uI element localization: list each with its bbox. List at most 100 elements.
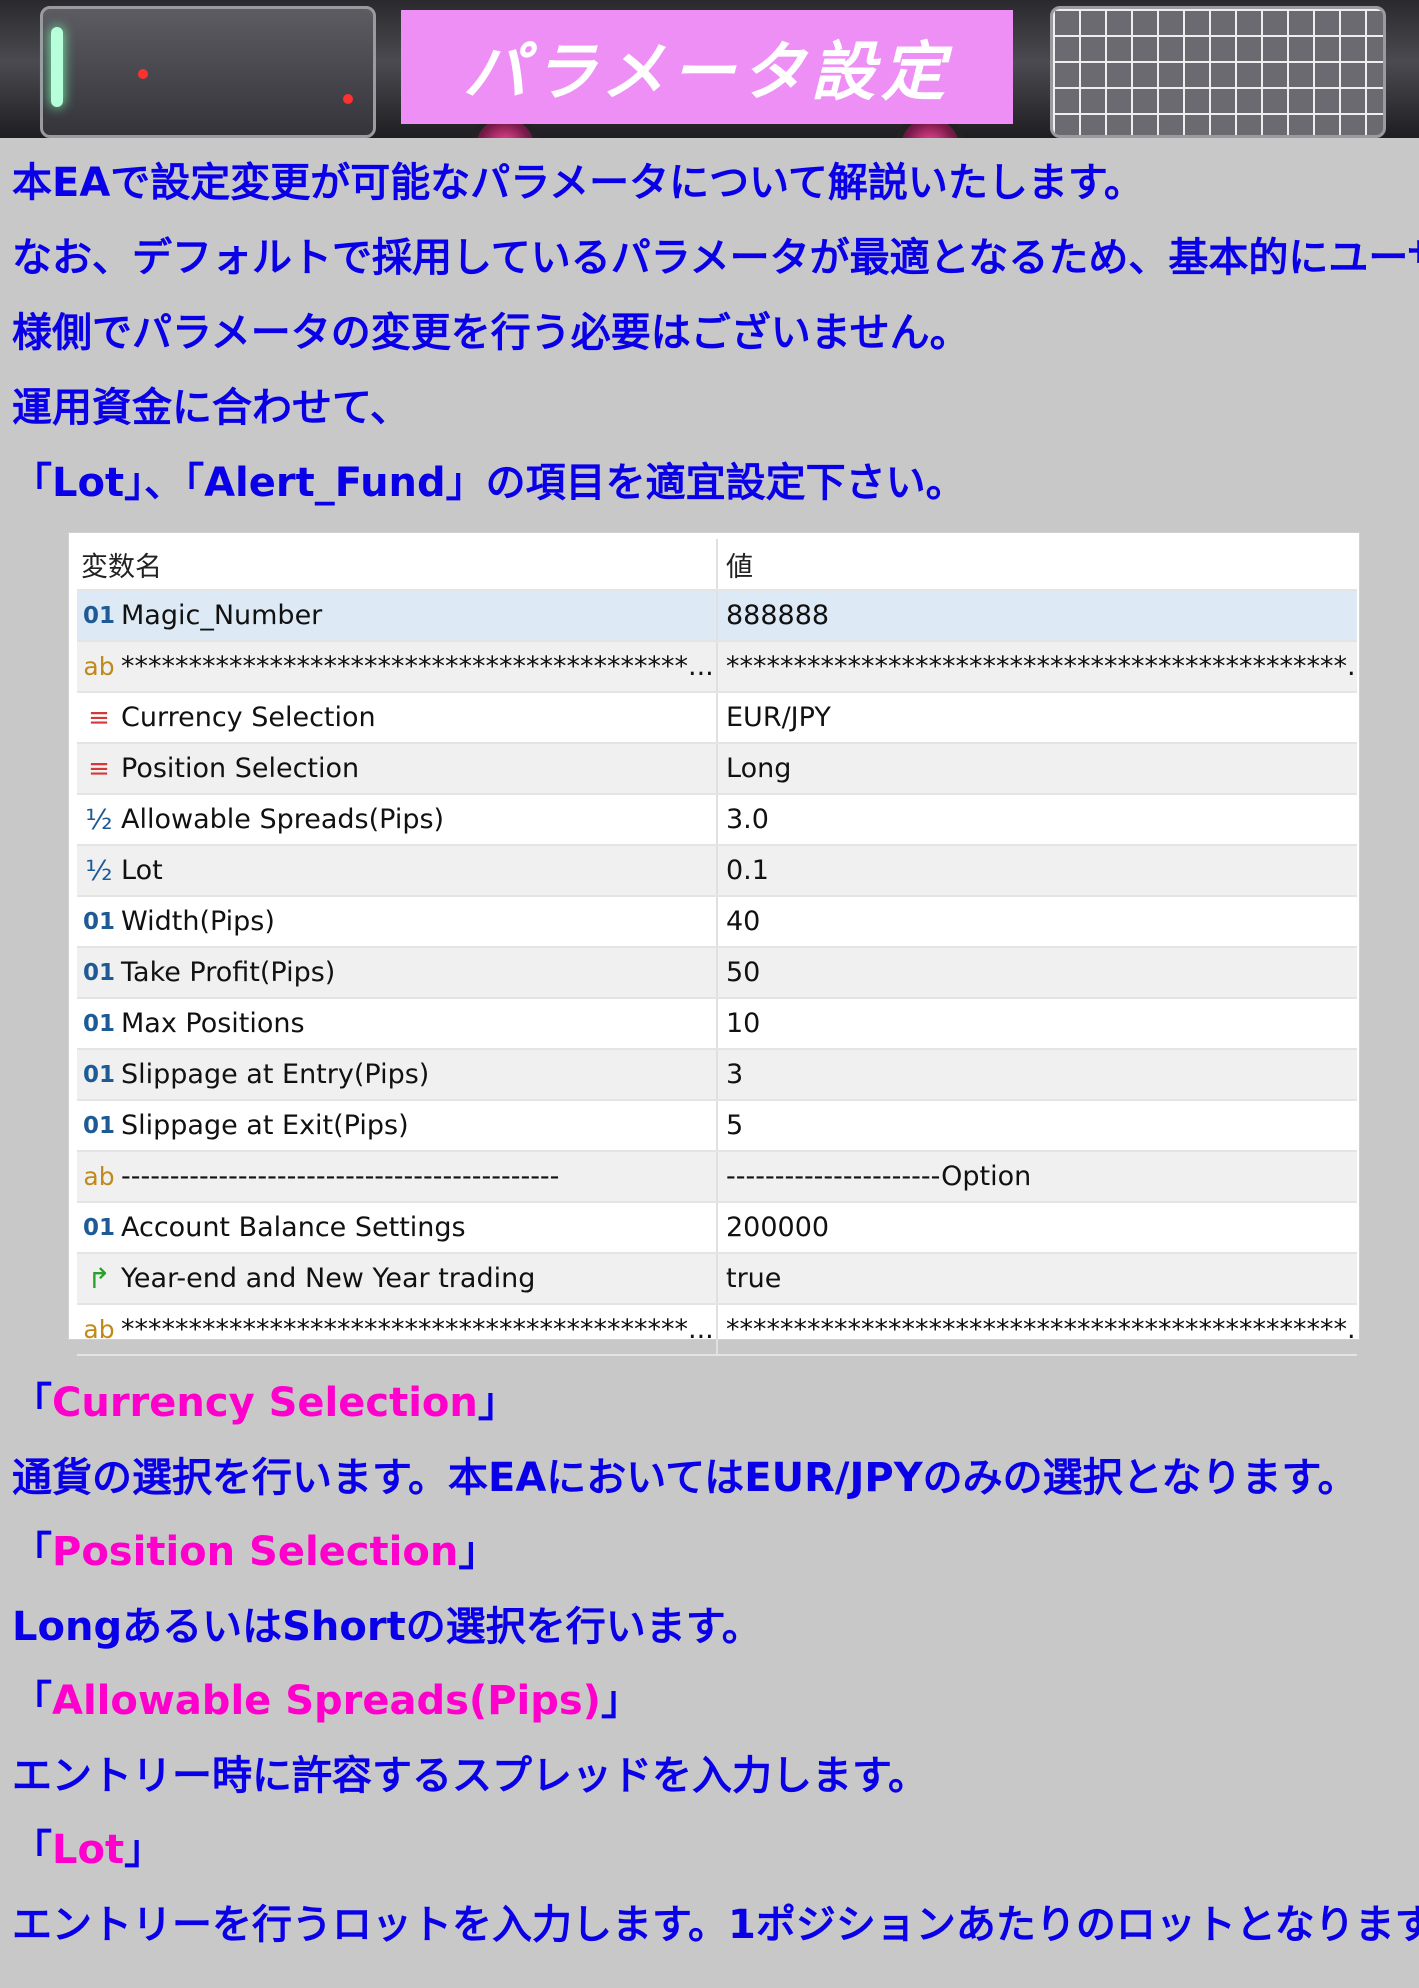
param-name-cell[interactable]: 01 Slippage at Entry(Pips) — [77, 1049, 718, 1101]
quote-open: 「 — [12, 460, 52, 506]
param-value: 3 — [726, 1059, 744, 1090]
intro-text: 本EAで設定変更が可能なパラメータについて解説いたします。 — [12, 160, 1144, 206]
param-value-cell[interactable]: ****************************************… — [717, 641, 1357, 693]
param-value: 50 — [726, 957, 761, 988]
param-name: Account Balance Settings — [121, 1212, 466, 1243]
param-name-cell[interactable]: ↱ Year-end and New Year trading — [77, 1253, 718, 1305]
heading-lot: Lot — [52, 1827, 125, 1873]
parameter-table-window: 変数名 値 01 Magic_Number 888888 ab ************… — [68, 532, 1360, 1356]
table-row[interactable]: 01 Max Positions 10 — [77, 998, 1357, 1050]
integer-icon: 01 — [82, 1061, 115, 1088]
param-name-cell[interactable]: 01 Slippage at Exit(Pips) — [77, 1100, 718, 1152]
description-text: LongあるいはShortの選択を行います。 — [12, 1592, 1412, 1667]
param-name: Lot — [121, 855, 163, 886]
table-row[interactable]: 01 Magic_Number 888888 — [77, 590, 1357, 642]
param-value: 888888 — [726, 600, 830, 631]
param-name: Year-end and New Year trading — [121, 1263, 536, 1294]
ellipsis: ... — [1347, 1314, 1357, 1345]
text-part: EUR/JPY — [744, 1454, 923, 1501]
param-value-cell[interactable]: 40 — [717, 896, 1357, 948]
param-name-cell[interactable]: 01 Take Profit(Pips) — [77, 947, 718, 999]
param-name-cell[interactable]: ab **************************************… — [77, 1304, 718, 1356]
table-row[interactable]: ≡ Currency Selection EUR/JPY — [77, 692, 1357, 744]
param-value-cell[interactable]: 888888 — [717, 590, 1357, 642]
heading-position-selection: Position Selection — [52, 1529, 459, 1575]
table-row[interactable]: 01 Slippage at Exit(Pips) 5 — [77, 1100, 1357, 1152]
intro-line: 「Lot」、「Alert_Fund」の項目を適宜設定下さい。 — [12, 450, 1412, 525]
table-row[interactable]: ↱ Year-end and New Year trading true — [77, 1253, 1357, 1305]
param-value-cell[interactable]: 0.1 — [717, 845, 1357, 897]
param-name-cell[interactable]: ab **************************************… — [77, 641, 718, 693]
param-name: Width(Pips) — [121, 906, 275, 937]
table-row[interactable]: 01 Slippage at Entry(Pips) 3 — [77, 1049, 1357, 1101]
param-value-cell[interactable]: EUR/JPY — [717, 692, 1357, 744]
table-row[interactable]: ab **************************************… — [77, 1304, 1357, 1356]
table-row[interactable]: 01 Account Balance Settings 200000 — [77, 1202, 1357, 1254]
heading-currency-selection: Currency Selection — [52, 1380, 478, 1426]
intro-text: 様側でパラメータの変更を行う必要はございません。 — [12, 310, 970, 356]
table-row[interactable]: 01 Width(Pips) 40 — [77, 896, 1357, 948]
param-value-cell[interactable]: 10 — [717, 998, 1357, 1050]
intro-line: 運用資金に合わせて、 — [12, 375, 1412, 450]
description-heading: 「Lot」 — [12, 1815, 1412, 1890]
text-part: においては — [546, 1454, 745, 1501]
param-value-cell[interactable]: ****************************************… — [717, 1304, 1357, 1356]
param-name-cell[interactable]: 01 Magic_Number — [77, 590, 718, 642]
column-header-value[interactable]: 値 — [717, 539, 1357, 591]
intro-line: なお、デフォルトで採用しているパラメータが最適となるため、基本的にユーザー — [12, 225, 1419, 300]
param-value: 3.0 — [726, 804, 769, 835]
heading-allowable-spreads: Allowable Spreads(Pips) — [52, 1678, 601, 1724]
integer-icon: 01 — [82, 959, 115, 986]
table-row[interactable]: ½ Lot 0.1 — [77, 845, 1357, 897]
table-header-row: 変数名 値 — [77, 539, 1357, 591]
table-row[interactable]: ab --------------------------------------… — [77, 1151, 1357, 1203]
quote-mid: 」、「 — [124, 460, 205, 506]
text-part: の選択を行います。 — [405, 1603, 762, 1650]
param-name-cell[interactable]: ≡ Position Selection — [77, 743, 718, 795]
string-icon: ab — [83, 1315, 115, 1344]
double-icon: ½ — [85, 854, 113, 887]
param-name-cell[interactable]: 01 Account Balance Settings — [77, 1202, 718, 1254]
table-row[interactable]: ≡ Position Selection Long — [77, 743, 1357, 795]
quote-open: 「 — [12, 1380, 52, 1426]
param-value-cell[interactable]: true — [717, 1253, 1357, 1305]
description-text: エントリーを行うロットを入力します。1ポジションあたりのロットとなります。 — [12, 1901, 1419, 1948]
integer-icon: 01 — [82, 1112, 115, 1139]
param-name-cell[interactable]: 01 Max Positions — [77, 998, 718, 1050]
param-name-cell[interactable]: ½ Lot — [77, 845, 718, 897]
intro-text: なお、デフォルトで採用しているパラメータが最適となるため、基本的にユーザー — [12, 235, 1419, 281]
description-heading: 「Position Selection」 — [12, 1517, 1412, 1592]
ellipsis: ... — [1347, 651, 1357, 682]
param-value: Long — [726, 753, 792, 784]
text-part: Short — [282, 1603, 406, 1650]
param-value: 40 — [726, 906, 761, 937]
banner-decoration-left — [40, 6, 376, 138]
text-part: のみの選択となります。 — [922, 1454, 1358, 1501]
table-row[interactable]: 01 Take Profit(Pips) 50 — [77, 947, 1357, 999]
description-text: 通貨の選択を行います。本EAにおいてはEUR/JPYのみの選択となります。 — [12, 1443, 1412, 1518]
description-heading: 「Currency Selection」 — [12, 1368, 1412, 1443]
param-value-cell[interactable]: 200000 — [717, 1202, 1357, 1254]
param-name-cell[interactable]: ≡ Currency Selection — [77, 692, 718, 744]
table-row[interactable]: ½ Allowable Spreads(Pips) 3.0 — [77, 794, 1357, 846]
param-value-cell[interactable]: 3 — [717, 1049, 1357, 1101]
intro-text: 運用資金に合わせて、 — [12, 385, 410, 431]
param-name-cell[interactable]: 01 Width(Pips) — [77, 896, 718, 948]
text-part: 通貨の選択を行います。本 — [12, 1454, 488, 1501]
page-title: パラメータ設定 — [462, 36, 952, 110]
param-value-cell[interactable]: ----------------------Option — [717, 1151, 1357, 1203]
bool-icon: ↱ — [87, 1262, 111, 1295]
column-header-name[interactable]: 変数名 — [77, 539, 718, 591]
quote-open: 「 — [12, 1827, 52, 1873]
param-name: Allowable Spreads(Pips) — [121, 804, 445, 835]
param-value: 5 — [726, 1110, 744, 1141]
param-value: ****************************************… — [726, 651, 1347, 682]
param-value-cell[interactable]: Long — [717, 743, 1357, 795]
param-alert-fund-mention: Alert_Fund — [204, 460, 446, 506]
table-row[interactable]: ab **************************************… — [77, 641, 1357, 693]
param-value-cell[interactable]: 50 — [717, 947, 1357, 999]
param-value-cell[interactable]: 3.0 — [717, 794, 1357, 846]
param-name-cell[interactable]: ½ Allowable Spreads(Pips) — [77, 794, 718, 846]
param-value-cell[interactable]: 5 — [717, 1100, 1357, 1152]
param-name-cell[interactable]: ab --------------------------------------… — [77, 1151, 718, 1203]
